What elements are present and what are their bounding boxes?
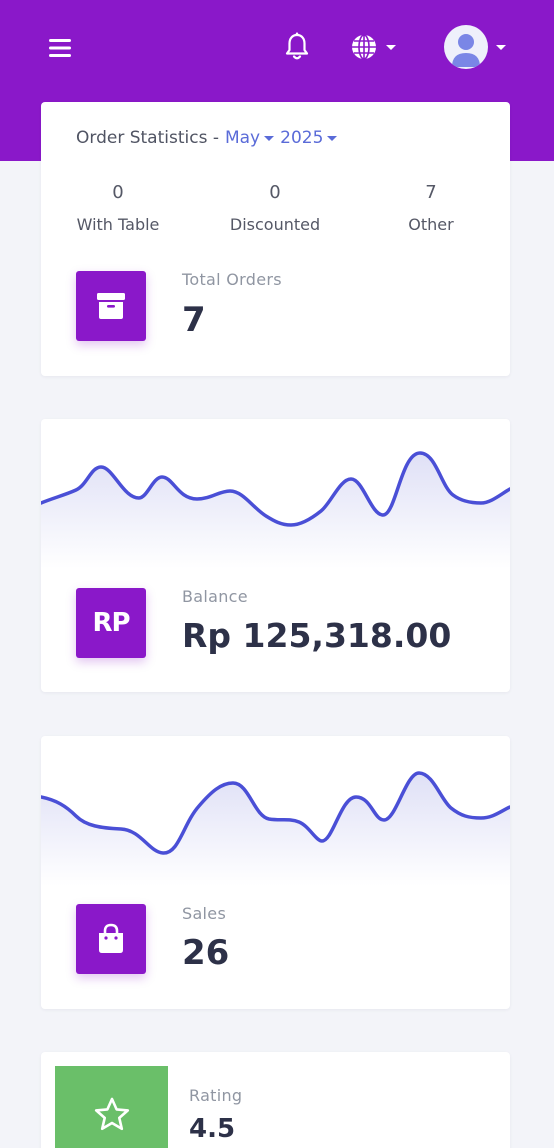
bell-icon[interactable]: [283, 32, 311, 62]
stat-with-table: 0 With Table: [53, 182, 183, 234]
order-statistics-card: Order Statistics - May 2025 0 With Table…: [41, 102, 510, 376]
month-label: May: [224, 128, 261, 148]
archive-icon: [76, 271, 146, 341]
hamburger-menu-icon[interactable]: [46, 34, 74, 62]
stat-value: 7: [425, 182, 437, 203]
order-stats-title: Order Statistics - May 2025: [76, 128, 343, 148]
user-avatar-icon: [444, 25, 488, 69]
rating-value: 4.5: [189, 1114, 236, 1144]
balance-card: RP Balance Rp 125,318.00: [41, 419, 510, 692]
month-dropdown[interactable]: May: [225, 128, 280, 148]
stat-label: With Table: [76, 215, 160, 234]
chevron-down-icon: [496, 44, 506, 50]
star-icon: [55, 1066, 168, 1148]
stat-label: Other: [408, 215, 454, 234]
sales-label: Sales: [182, 904, 227, 923]
balance-value: Rp 125,318.00: [182, 616, 452, 655]
stat-value: 0: [269, 182, 281, 203]
balance-sparkline: [41, 451, 510, 569]
rating-label: Rating: [189, 1086, 243, 1105]
sales-sparkline: [41, 771, 510, 886]
rupiah-icon-text: RP: [92, 608, 130, 638]
stat-value: 0: [112, 182, 124, 203]
user-menu[interactable]: [437, 25, 513, 69]
language-dropdown[interactable]: [346, 33, 400, 61]
year-label: 2025: [280, 128, 324, 148]
balance-label: Balance: [182, 587, 248, 606]
chevron-down-icon: [327, 135, 338, 141]
total-orders-value: 7: [182, 300, 206, 340]
rating-card: Rating 4.5: [41, 1052, 510, 1148]
stat-discounted: 0 Discounted: [210, 182, 340, 234]
sales-value: 26: [182, 933, 230, 973]
stat-label: Discounted: [229, 215, 321, 234]
total-orders-label: Total Orders: [182, 270, 282, 289]
rupiah-icon: RP: [76, 588, 146, 658]
chevron-down-icon: [386, 44, 396, 50]
year-dropdown[interactable]: 2025: [280, 128, 343, 148]
globe-icon: [352, 34, 376, 60]
stat-other: 7 Other: [366, 182, 496, 234]
chevron-down-icon: [264, 135, 275, 141]
shopping-bag-icon: [76, 904, 146, 974]
sales-card: Sales 26: [41, 736, 510, 1009]
card-title: Order Statistics -: [76, 128, 219, 148]
